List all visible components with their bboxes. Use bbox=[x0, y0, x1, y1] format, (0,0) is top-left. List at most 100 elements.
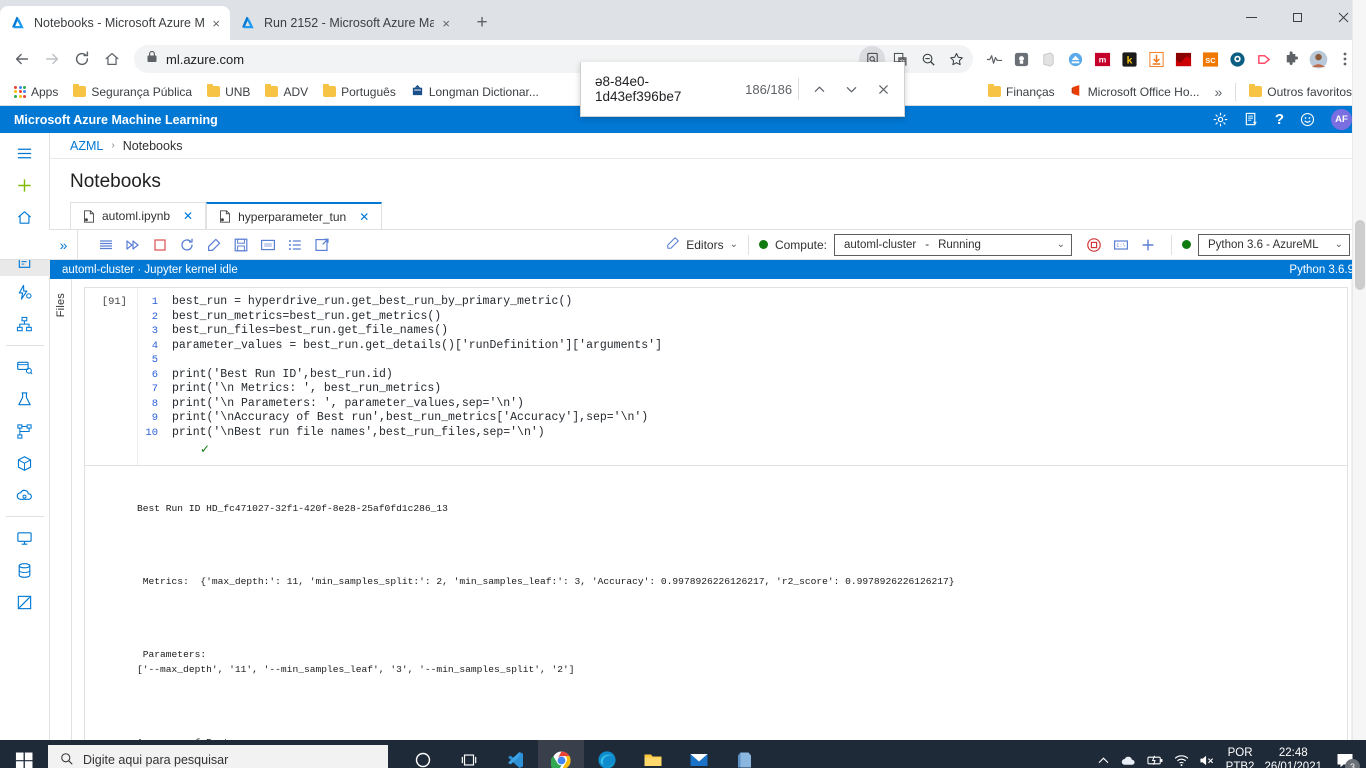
bookmark-apps[interactable]: Apps bbox=[8, 82, 64, 102]
taskbar-edge-icon[interactable] bbox=[584, 740, 630, 768]
find-close-icon[interactable] bbox=[868, 73, 898, 105]
sidebar-item-models[interactable] bbox=[0, 447, 50, 479]
help-icon[interactable]: ? bbox=[1275, 111, 1284, 128]
notebook-cell[interactable]: [91] 1 best_run = hyperdrive_run.get_best… bbox=[84, 287, 1348, 740]
expand-file-panel-button[interactable]: » bbox=[50, 230, 78, 259]
notification-center-button[interactable]: 3 bbox=[1332, 744, 1360, 768]
video-extension-icon[interactable] bbox=[1170, 46, 1196, 72]
focus-mode-icon[interactable] bbox=[308, 230, 335, 259]
avatar[interactable]: AF bbox=[1331, 109, 1352, 130]
bookmark-longman-dictionary[interactable]: Longman Dictionar... bbox=[405, 81, 545, 103]
battery-icon[interactable] bbox=[1147, 754, 1164, 767]
play-extension-icon[interactable] bbox=[1251, 46, 1277, 72]
notebook-scroll-region[interactable]: [91] 1 best_run = hyperdrive_run.get_best… bbox=[72, 279, 1366, 740]
bookmark-star-icon[interactable] bbox=[943, 46, 969, 72]
forward-button[interactable] bbox=[38, 45, 66, 73]
sidebar-item-experiments[interactable] bbox=[0, 383, 50, 415]
sidebar-item-automated-ml[interactable] bbox=[0, 276, 50, 308]
browser-tab-0-close-icon[interactable]: × bbox=[212, 17, 220, 30]
breadcrumb-root[interactable]: AZML bbox=[70, 139, 103, 153]
office-extension-icon[interactable] bbox=[1035, 46, 1061, 72]
taskbar-chrome-icon[interactable] bbox=[538, 740, 584, 768]
download-extension-icon[interactable] bbox=[1143, 46, 1169, 72]
sidebar-item-endpoints[interactable] bbox=[0, 479, 50, 511]
sidebar-item-datastores[interactable] bbox=[0, 554, 50, 586]
cloud-arrow-extension-icon[interactable] bbox=[1062, 46, 1088, 72]
bookmark-microsoft-office-home[interactable]: Microsoft Office Ho... bbox=[1064, 81, 1206, 103]
taskbar-vscode-icon[interactable] bbox=[492, 740, 538, 768]
sidebar-item-pipelines[interactable] bbox=[0, 415, 50, 447]
add-compute-icon[interactable] bbox=[1134, 230, 1161, 259]
clock[interactable]: 22:48 26/01/2021 bbox=[1264, 746, 1322, 768]
bookmark-unb[interactable]: UNB bbox=[201, 82, 256, 102]
page-scrollbar-thumb[interactable] bbox=[1355, 220, 1365, 290]
volume-muted-icon[interactable] bbox=[1199, 754, 1216, 767]
save-icon[interactable] bbox=[227, 230, 254, 259]
editors-menu[interactable]: Editors ⌄ bbox=[666, 236, 738, 253]
profile-avatar-icon[interactable] bbox=[1305, 46, 1331, 72]
minimize-button[interactable] bbox=[1228, 0, 1274, 34]
kernel-select[interactable]: Python 3.6 - AzureML ⌄ bbox=[1198, 233, 1350, 256]
home-button[interactable] bbox=[98, 45, 126, 73]
find-next-icon[interactable] bbox=[837, 73, 867, 105]
onedrive-cloud-icon[interactable] bbox=[1120, 753, 1137, 767]
cell-code-editor[interactable]: 1 best_run = hyperdrive_run.get_best_run_… bbox=[137, 288, 1347, 465]
stop-compute-icon[interactable] bbox=[1080, 230, 1107, 259]
taskbar-mail-icon[interactable] bbox=[676, 740, 722, 768]
restart-kernel-icon[interactable] bbox=[173, 230, 200, 259]
reload-button[interactable] bbox=[68, 45, 96, 73]
tray-expand-chevron-icon[interactable] bbox=[1097, 754, 1110, 767]
gear-icon[interactable] bbox=[1213, 112, 1228, 127]
taskbar-file-explorer-icon[interactable] bbox=[630, 740, 676, 768]
kami-extension-icon[interactable]: k bbox=[1116, 46, 1142, 72]
notebook-tab-automl[interactable]: automl.ipynb ✕ bbox=[70, 202, 207, 229]
maximize-button[interactable] bbox=[1274, 0, 1320, 34]
taskbar-task-view-icon[interactable] bbox=[446, 740, 492, 768]
pulse-extension-icon[interactable] bbox=[981, 46, 1007, 72]
run-cell-icon[interactable] bbox=[92, 230, 119, 259]
bookmark-financas[interactable]: Finanças bbox=[982, 82, 1061, 102]
bubble-extension-icon[interactable] bbox=[1224, 46, 1250, 72]
find-previous-icon[interactable] bbox=[805, 73, 835, 105]
files-panel-rail[interactable]: Files bbox=[50, 279, 72, 740]
sidebar-item-data-labeling[interactable] bbox=[0, 586, 50, 618]
monitor-extension-icon[interactable] bbox=[1008, 46, 1034, 72]
notebook-tab-close-icon[interactable]: ✕ bbox=[359, 210, 369, 224]
browser-tab-1-close-icon[interactable]: × bbox=[442, 17, 450, 30]
page-scrollbar[interactable] bbox=[1352, 0, 1366, 768]
browser-tab-1[interactable]: Run 2152 - Microsoft Azure Mach × bbox=[230, 6, 460, 40]
clear-outputs-icon[interactable] bbox=[200, 230, 227, 259]
compute-select[interactable]: automl-cluster - Running ⌄ bbox=[834, 233, 1072, 256]
find-query-input[interactable]: ǝ8-84e0-1d43ef396be7 bbox=[595, 74, 725, 104]
bookmark-other-favorites[interactable]: Outros favoritos bbox=[1243, 82, 1358, 102]
sidebar-item-datasets[interactable] bbox=[0, 351, 50, 383]
bookmark-adv[interactable]: ADV bbox=[259, 82, 314, 102]
stop-icon[interactable] bbox=[146, 230, 173, 259]
taskbar-search-input[interactable]: Digite aqui para pesquisar bbox=[48, 745, 388, 768]
start-button[interactable] bbox=[0, 740, 48, 768]
sidebar-item-menu[interactable] bbox=[0, 137, 50, 169]
sidebar-item-compute[interactable] bbox=[0, 522, 50, 554]
extensions-puzzle-icon[interactable] bbox=[1278, 46, 1304, 72]
zoom-out-icon[interactable] bbox=[915, 46, 941, 72]
new-tab-button[interactable]: + bbox=[468, 9, 496, 37]
sidebar-item-designer[interactable] bbox=[0, 308, 50, 340]
back-button[interactable] bbox=[8, 45, 36, 73]
bookmark-seguranca-publica[interactable]: Segurança Pública bbox=[67, 82, 198, 102]
run-all-icon[interactable] bbox=[119, 230, 146, 259]
feedback-doc-icon[interactable] bbox=[1244, 112, 1259, 127]
wifi-icon[interactable] bbox=[1174, 754, 1189, 767]
bookmark-portugues[interactable]: Português bbox=[317, 82, 402, 102]
terminal-icon[interactable]: C:\ bbox=[1107, 230, 1134, 259]
notebook-tab-hyperparameter-tun[interactable]: hyperparameter_tun ✕ bbox=[206, 202, 383, 229]
taskbar-store-icon[interactable] bbox=[722, 740, 768, 768]
taskbar-cortana-icon[interactable] bbox=[400, 740, 446, 768]
bookmarks-overflow-button[interactable]: » bbox=[1209, 81, 1229, 103]
table-of-contents-icon[interactable] bbox=[281, 230, 308, 259]
language-indicator[interactable]: POR PTB2 bbox=[1226, 746, 1255, 768]
smiley-icon[interactable] bbox=[1300, 112, 1315, 127]
browser-tab-0[interactable]: Notebooks - Microsoft Azure Ma × bbox=[0, 6, 230, 40]
notebook-tab-close-icon[interactable]: ✕ bbox=[183, 209, 193, 223]
mendeley-extension-icon[interactable]: m bbox=[1089, 46, 1115, 72]
sc-extension-icon[interactable]: SC bbox=[1197, 46, 1223, 72]
